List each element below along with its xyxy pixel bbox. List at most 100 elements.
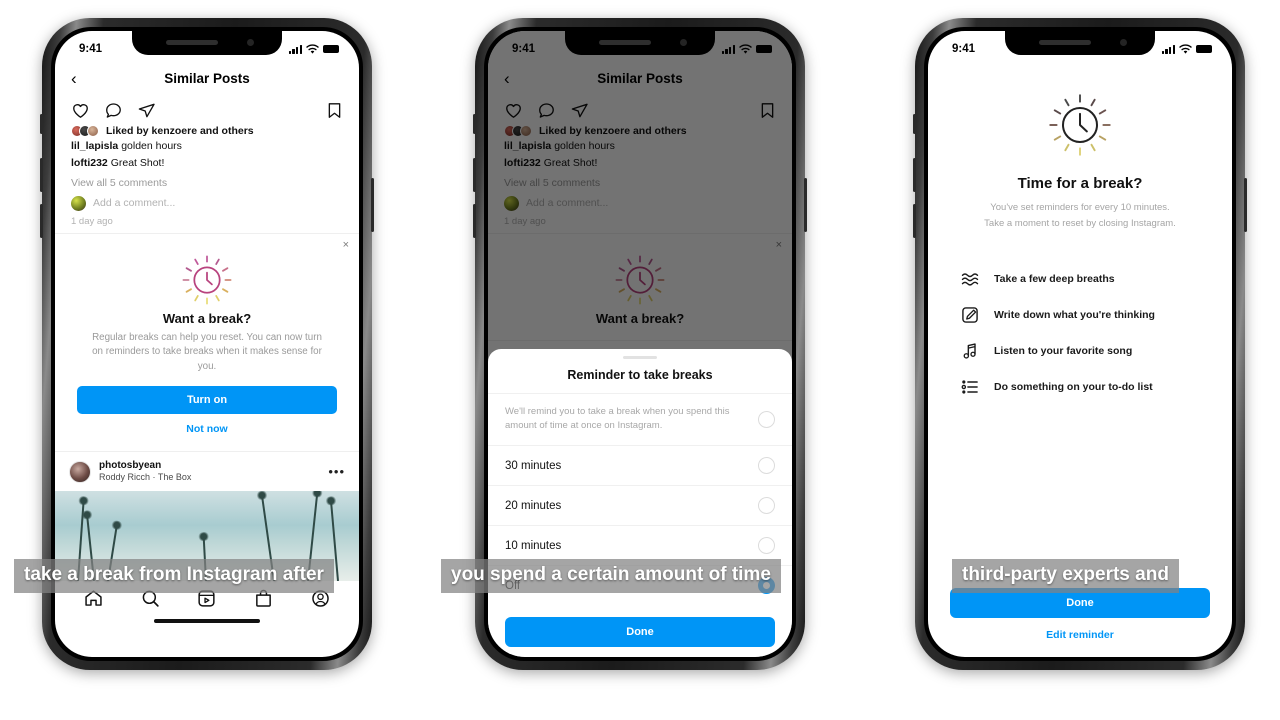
tip-label: Take a few deep breaths: [994, 273, 1115, 286]
battery-icon: [1196, 45, 1212, 53]
add-comment-placeholder: Add a comment...: [93, 197, 176, 210]
next-post-header: photosbyean Roddy Ricch · The Box •••: [55, 452, 359, 492]
avatar: [71, 195, 86, 211]
earpiece-speaker: [166, 40, 218, 45]
cellular-signal-icon: [1161, 44, 1175, 54]
silent-switch[interactable]: [473, 114, 476, 134]
liked-by-row: Liked by kenzoere and others: [55, 123, 359, 138]
more-options-icon[interactable]: •••: [328, 464, 345, 479]
volume-up-button[interactable]: [40, 158, 43, 192]
tips-list: Take a few deep breaths Write down what …: [960, 261, 1200, 405]
battery-icon: [756, 45, 772, 53]
comment-username[interactable]: lil_lapisla: [71, 140, 118, 152]
app-header: ‹ Similar Posts: [55, 61, 359, 95]
screenshot-stage: 9:41 ‹ Similar Posts Liked by kenzoere a…: [0, 0, 1280, 720]
caption-one: take a break from Instagram after: [14, 559, 334, 593]
done-button[interactable]: Done: [505, 617, 775, 647]
comment-text: Great Shot!: [110, 157, 165, 170]
turn-on-button[interactable]: Turn on: [77, 385, 337, 414]
comment-line: lil_lapisla golden hours: [55, 138, 359, 155]
sheet-description: We'll remind you to take a break when yo…: [505, 405, 730, 432]
break-screen-title: Time for a break?: [1017, 175, 1143, 192]
note-pencil-icon: [962, 307, 978, 324]
tip-item: Take a few deep breaths: [960, 261, 1200, 297]
next-post-audio[interactable]: Roddy Ricch · The Box: [99, 472, 320, 483]
avatar: [87, 125, 99, 137]
option-label: 10 minutes: [505, 539, 562, 552]
silent-switch[interactable]: [40, 114, 43, 134]
waves-icon: [961, 273, 979, 286]
battery-icon: [323, 45, 339, 53]
notch: [565, 31, 715, 55]
radio-unselected[interactable]: [758, 457, 775, 474]
power-button[interactable]: [371, 178, 374, 232]
earpiece-speaker: [599, 40, 651, 45]
avatar[interactable]: [69, 460, 91, 483]
break-card-body: Regular breaks can help you reset. You c…: [92, 331, 322, 373]
add-comment-row[interactable]: Add a comment...: [55, 193, 359, 214]
tip-item: Do something on your to-do list: [960, 369, 1200, 405]
comment-icon[interactable]: [104, 101, 123, 120]
option-label: 20 minutes: [505, 499, 562, 512]
caption-three: third-party experts and: [952, 559, 1179, 593]
power-button[interactable]: [804, 178, 807, 232]
sheet-option-row[interactable]: 30 minutes: [488, 445, 792, 485]
tip-label: Write down what you're thinking: [994, 309, 1155, 322]
avatar-stack: [71, 125, 99, 137]
status-indicators: [721, 43, 772, 55]
volume-up-button[interactable]: [473, 158, 476, 192]
break-card-title: Want a break?: [162, 310, 252, 326]
break-screen-body: Time for a break? You've set reminders f…: [928, 61, 1232, 405]
home-indicator: [154, 619, 260, 623]
comment-username[interactable]: lofti232: [71, 157, 108, 169]
edit-reminder-link[interactable]: Edit reminder: [950, 618, 1210, 643]
cellular-signal-icon: [288, 44, 302, 54]
status-indicators: [288, 43, 339, 55]
wifi-icon: [739, 43, 752, 54]
bookmark-icon[interactable]: [326, 101, 343, 120]
tip-item: Listen to your favorite song: [960, 333, 1200, 369]
share-icon[interactable]: [137, 101, 156, 120]
radio-unselected[interactable]: [758, 497, 775, 514]
cellular-signal-icon: [721, 44, 735, 54]
status-indicators: [1161, 43, 1212, 55]
wifi-icon: [306, 43, 319, 54]
close-icon[interactable]: ×: [343, 239, 349, 251]
power-button[interactable]: [1244, 178, 1247, 232]
sheet-description-row: We'll remind you to take a break when yo…: [488, 392, 792, 445]
caption-two: you spend a certain amount of time: [441, 559, 781, 593]
heart-icon[interactable]: [71, 101, 90, 120]
front-camera: [1120, 39, 1127, 46]
front-camera: [247, 39, 254, 46]
tip-item: Write down what you're thinking: [960, 297, 1200, 333]
checklist-icon: [961, 380, 978, 394]
comment-line: lofti232 Great Shot!: [55, 155, 359, 172]
clock-rays-icon: [1046, 91, 1114, 159]
volume-down-button[interactable]: [913, 204, 916, 238]
subtitle-line-1: You've set reminders for every 10 minute…: [990, 202, 1170, 213]
next-post-meta: photosbyean Roddy Ricch · The Box: [99, 460, 320, 484]
silent-switch[interactable]: [913, 114, 916, 134]
view-all-comments-link[interactable]: View all 5 comments: [55, 172, 359, 192]
front-camera: [680, 39, 687, 46]
status-time: 9:41: [512, 43, 536, 55]
volume-down-button[interactable]: [473, 204, 476, 238]
sheet-option-row[interactable]: 20 minutes: [488, 485, 792, 525]
break-screen-footer: Done Edit reminder: [928, 588, 1232, 657]
chevron-left-icon[interactable]: ‹: [71, 70, 77, 87]
option-label: 30 minutes: [505, 459, 562, 472]
earpiece-speaker: [1039, 40, 1091, 45]
not-now-button[interactable]: Not now: [77, 414, 337, 437]
radio-unselected[interactable]: [758, 537, 775, 554]
comment-text: golden hours: [121, 140, 182, 152]
volume-up-button[interactable]: [913, 158, 916, 192]
next-post-username[interactable]: photosbyean: [99, 460, 320, 473]
page-title: Similar Posts: [164, 70, 250, 86]
radio-unselected[interactable]: [758, 410, 775, 428]
volume-down-button[interactable]: [40, 204, 43, 238]
notch: [1005, 31, 1155, 55]
status-time: 9:41: [952, 43, 976, 55]
liked-by-text: Liked by kenzoere and others: [106, 125, 254, 137]
break-screen-subtitle: You've set reminders for every 10 minute…: [954, 200, 1206, 231]
post-timestamp: 1 day ago: [71, 215, 113, 227]
